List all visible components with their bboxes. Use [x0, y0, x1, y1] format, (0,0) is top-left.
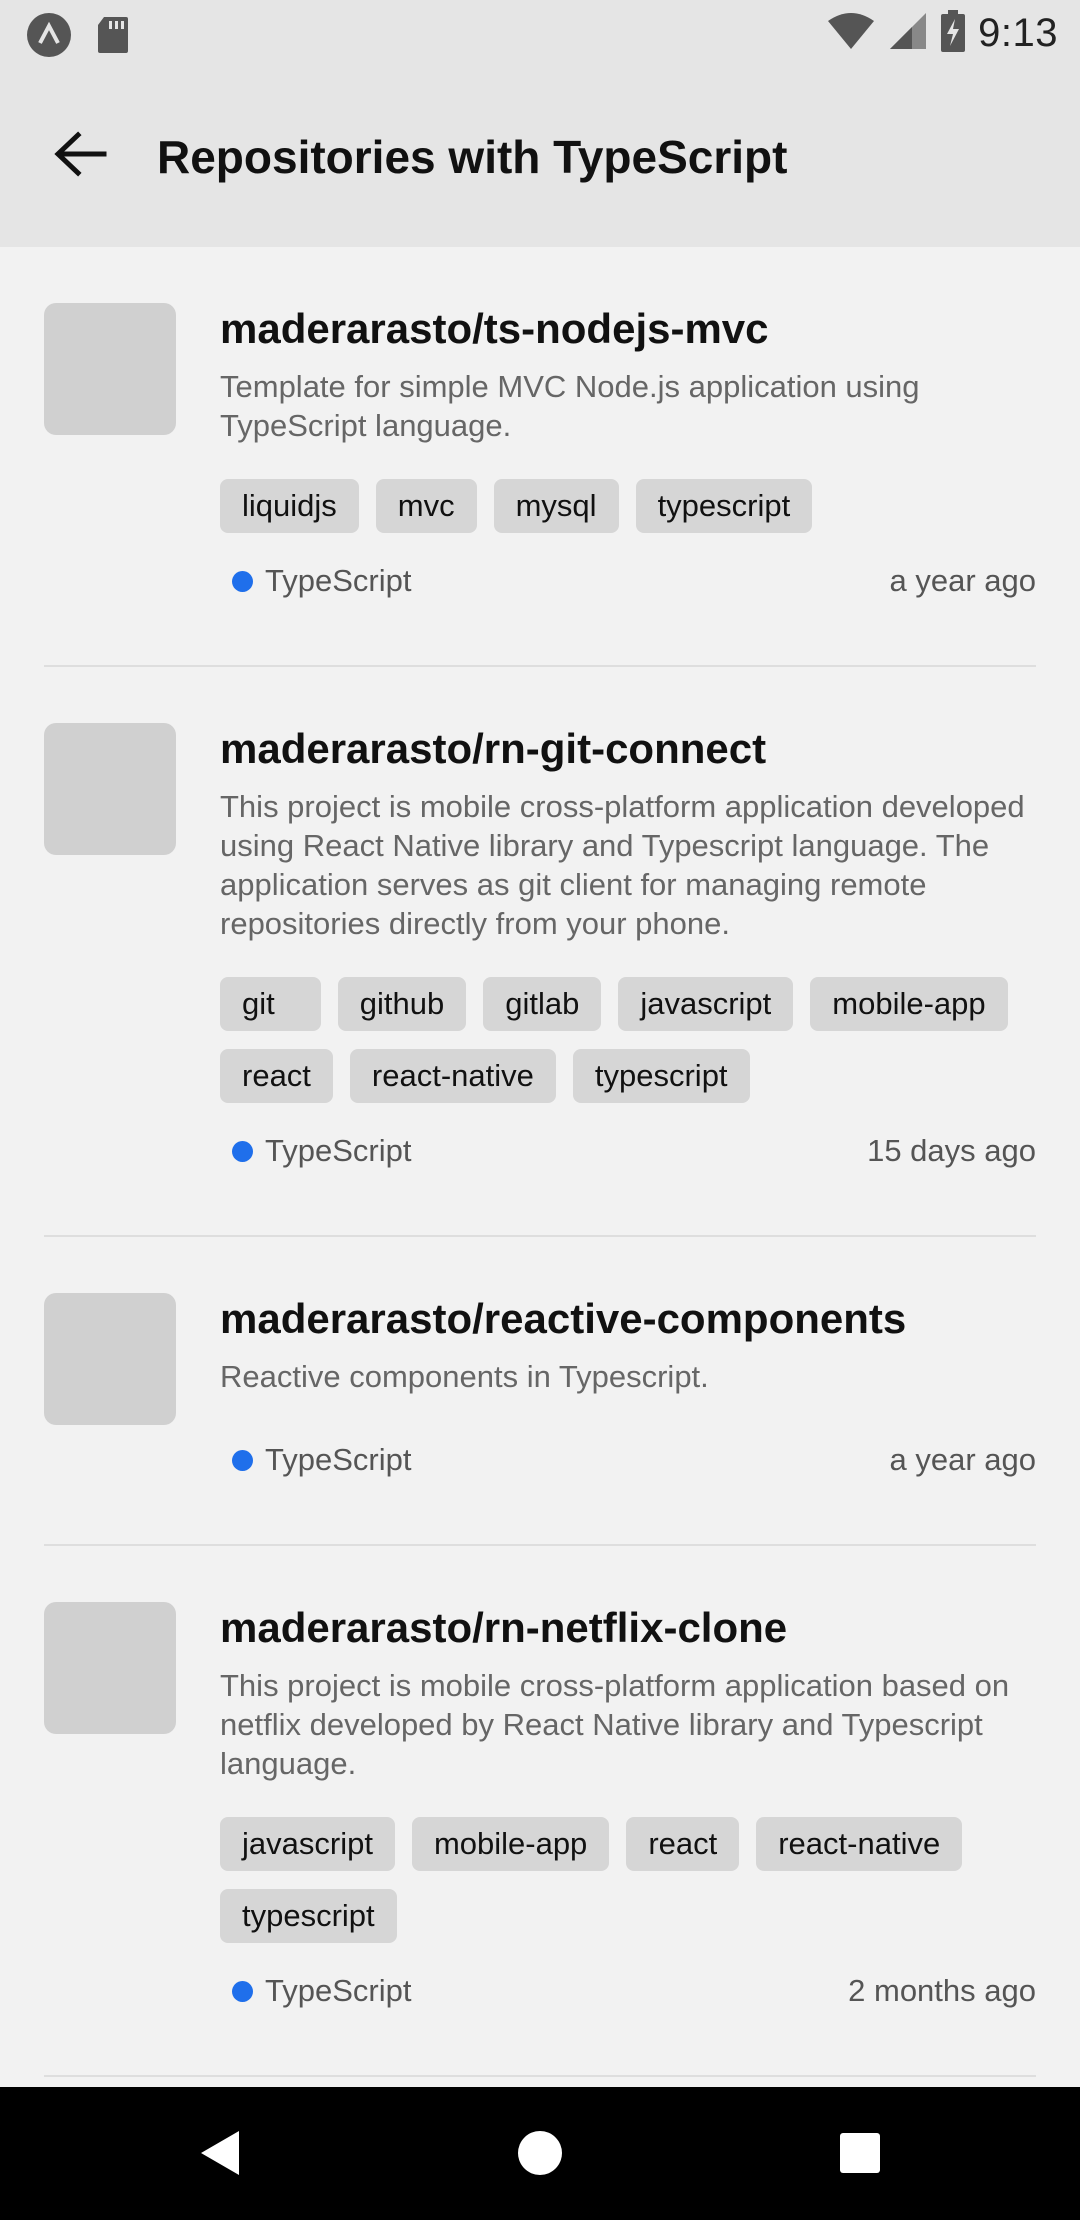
- updated-time: a year ago: [889, 1442, 1037, 1477]
- repository-description: Reactive components in Typescript.: [220, 1359, 709, 1394]
- topic-tag[interactable]: react: [220, 1049, 333, 1103]
- repository-name: maderarasto/ts-nodejs-mvc: [220, 305, 769, 352]
- wifi-icon: [826, 11, 876, 56]
- avatar: [44, 723, 176, 855]
- nav-home-button[interactable]: [510, 2125, 570, 2185]
- topic-tag[interactable]: mobile-app: [810, 977, 1008, 1031]
- repository-meta: TypeScript 15 days ago: [220, 1129, 1036, 1173]
- language: TypeScript: [232, 1973, 411, 2009]
- language-label: TypeScript: [265, 1133, 412, 1168]
- language: TypeScript: [232, 1133, 411, 1169]
- nav-back-icon: [197, 2128, 243, 2183]
- repository-item[interactable]: maderarasto/reactive-components Reactive…: [44, 1237, 1036, 1546]
- topic-tag[interactable]: react-native: [349, 1049, 556, 1103]
- language-label: TypeScript: [265, 1442, 412, 1477]
- topic-tag[interactable]: typescript: [220, 1889, 397, 1943]
- app-icon: [26, 12, 72, 63]
- topic-tags: liquidjs mvc mysql typescript: [220, 479, 1036, 533]
- nav-recents-icon: [839, 2132, 881, 2179]
- topic-tags: git github gitlab javascript mobile-app …: [220, 977, 1036, 1103]
- topic-tag[interactable]: typescript: [572, 1049, 750, 1103]
- battery-charging-icon: [940, 10, 966, 57]
- repository-name: maderarasto/reactive-components: [220, 1295, 907, 1342]
- clock: 9:13: [978, 11, 1058, 55]
- topic-tag[interactable]: mobile-app: [411, 1817, 610, 1871]
- repository-meta: TypeScript 2 months ago: [220, 1969, 1036, 2013]
- avatar: [44, 1602, 176, 1734]
- updated-time: a year ago: [889, 563, 1037, 598]
- repository-list[interactable]: maderarasto/ts-nodejs-mvc Template for s…: [0, 247, 1080, 2087]
- page-title: Repositories with TypeScript: [157, 131, 788, 183]
- repository-meta: TypeScript a year ago: [220, 1438, 1036, 1482]
- topic-tag[interactable]: typescript: [635, 479, 813, 533]
- updated-time: 15 days ago: [867, 1133, 1036, 1168]
- repository-name: maderarasto/rn-git-connect: [220, 725, 767, 772]
- navigation-bar: [0, 2087, 1080, 2220]
- language-label: TypeScript: [265, 1973, 412, 2008]
- updated-time: 2 months ago: [848, 1973, 1036, 2008]
- signal-icon: [888, 11, 928, 56]
- avatar: [44, 1293, 176, 1425]
- topic-tags: javascript mobile-app react react-native…: [220, 1817, 1036, 1943]
- sd-card-icon: [96, 15, 130, 60]
- topic-tag[interactable]: mvc: [375, 479, 477, 533]
- nav-home-icon: [517, 2130, 563, 2181]
- topic-tag[interactable]: javascript: [220, 1817, 395, 1871]
- language-color-dot: [232, 1449, 253, 1471]
- topic-tag[interactable]: liquidjs: [220, 479, 359, 533]
- topic-tag[interactable]: git: [220, 977, 321, 1031]
- nav-back-button[interactable]: [190, 2125, 250, 2185]
- repository-item[interactable]: maderarasto/rn-netflix-clone This projec…: [44, 1546, 1036, 2077]
- repository-meta: TypeScript a year ago: [220, 559, 1036, 603]
- nav-recents-button[interactable]: [830, 2125, 890, 2185]
- topic-tag[interactable]: react-native: [756, 1817, 963, 1871]
- language-color-dot: [232, 1980, 253, 2002]
- status-bar: 9:13: [0, 0, 1080, 66]
- repository-name: maderarasto/rn-netflix-clone: [220, 1604, 788, 1651]
- repository-item[interactable]: maderarasto/ts-nodejs-mvc Template for s…: [44, 247, 1036, 667]
- topic-tag[interactable]: mysql: [493, 479, 619, 533]
- avatar: [44, 303, 176, 435]
- topic-tag[interactable]: gitlab: [483, 977, 602, 1031]
- language-color-dot: [232, 1140, 253, 1162]
- repository-description: This project is mobile cross-platform ap…: [220, 789, 1025, 941]
- back-button[interactable]: [40, 116, 120, 196]
- repository-description: Template for simple MVC Node.js applicat…: [220, 369, 920, 443]
- app-bar: Repositories with TypeScript: [0, 66, 1080, 247]
- topic-tag[interactable]: react: [626, 1817, 740, 1871]
- topic-tag[interactable]: javascript: [618, 977, 794, 1031]
- repository-item[interactable]: maderarasto/rn-git-connect This project …: [44, 667, 1036, 1237]
- arrow-left-icon: [52, 130, 108, 183]
- language-color-dot: [232, 570, 253, 592]
- topic-tag[interactable]: github: [337, 977, 467, 1031]
- language: TypeScript: [232, 1442, 411, 1478]
- language-label: TypeScript: [265, 563, 412, 598]
- language: TypeScript: [232, 563, 411, 599]
- repository-description: This project is mobile cross-platform ap…: [220, 1668, 1010, 1781]
